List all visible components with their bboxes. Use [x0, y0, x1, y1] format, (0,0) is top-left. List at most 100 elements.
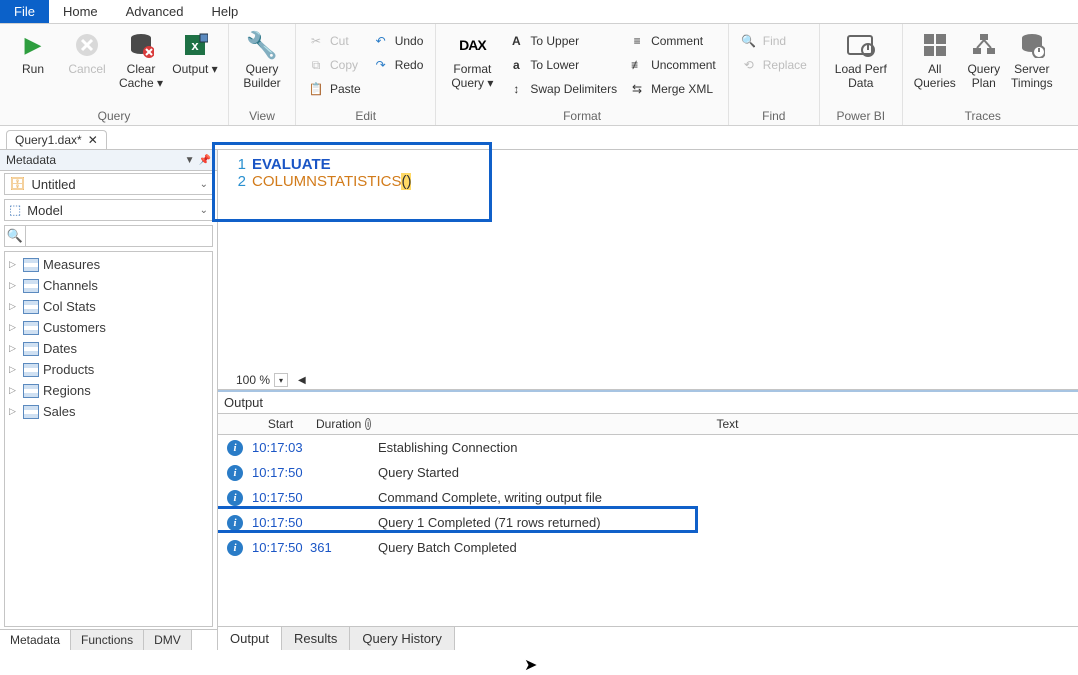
dropdown-icon[interactable]: ▼: [185, 155, 195, 166]
tab-dmv[interactable]: DMV: [144, 630, 192, 650]
swap-delim-button[interactable]: ↕Swap Delimiters: [506, 78, 619, 100]
run-button[interactable]: ▶ Run: [6, 28, 60, 104]
merge-xml-button[interactable]: ⇆Merge XML: [627, 78, 718, 100]
expand-icon[interactable]: ▷: [9, 301, 19, 312]
output-tabs: Output Results Query History: [218, 626, 1078, 650]
table-item[interactable]: ▷Sales: [5, 401, 212, 422]
find-button[interactable]: 🔍Find: [739, 30, 809, 52]
expand-icon[interactable]: ▷: [9, 280, 19, 291]
tab-query-history[interactable]: Query History: [350, 627, 454, 650]
cancel-icon: [72, 30, 102, 60]
row-text: Establishing Connection: [378, 440, 1078, 455]
run-label: Run: [22, 62, 44, 76]
metadata-search: 🔍: [4, 225, 213, 247]
dax-formatter-icon: DAX: [457, 30, 487, 60]
menu-home[interactable]: Home: [49, 0, 112, 23]
info-icon: i: [365, 418, 371, 430]
cut-button[interactable]: ✂Cut: [306, 30, 363, 52]
menu-help[interactable]: Help: [197, 0, 252, 23]
output-label: Output ▾: [172, 62, 217, 76]
tab-output[interactable]: Output: [218, 627, 282, 650]
table-label: Customers: [43, 320, 106, 335]
output-row[interactable]: i10:17:03Establishing Connection: [218, 435, 1078, 460]
clear-cache-button[interactable]: Clear Cache ▾: [114, 28, 168, 104]
info-icon: i: [227, 540, 243, 556]
table-item[interactable]: ▷Dates: [5, 338, 212, 359]
document-tab[interactable]: Query1.dax* ✕: [6, 130, 107, 149]
redo-button[interactable]: ↷Redo: [371, 54, 426, 76]
comment-button[interactable]: ≡Comment: [627, 30, 718, 52]
expand-icon[interactable]: ▷: [9, 385, 19, 396]
to-lower-button[interactable]: aTo Lower: [506, 54, 619, 76]
table-label: Regions: [43, 383, 91, 398]
zoom-control[interactable]: 100 % ▾ ◀: [236, 373, 306, 387]
database-combo[interactable]: 🗄 Untitled ⌄: [4, 173, 213, 195]
copy-button[interactable]: ⧉Copy: [306, 54, 363, 76]
row-text: Query Batch Completed: [378, 540, 1078, 555]
menu-file[interactable]: File: [0, 0, 49, 23]
table-item[interactable]: ▷Products: [5, 359, 212, 380]
expand-icon[interactable]: ▷: [9, 259, 19, 270]
tables-tree[interactable]: ▷Measures▷Channels▷Col Stats▷Customers▷D…: [4, 251, 213, 627]
scroll-left-icon[interactable]: ◀: [298, 375, 306, 386]
query-builder-button[interactable]: 🔧 Query Builder: [235, 28, 289, 104]
expand-icon[interactable]: ▷: [9, 322, 19, 333]
table-item[interactable]: ▷Measures: [5, 254, 212, 275]
chevron-down-icon: ⌄: [200, 179, 208, 190]
table-item[interactable]: ▷Col Stats: [5, 296, 212, 317]
panel-controls: ▼ 📌: [185, 155, 211, 166]
comment-icon: ≡: [629, 34, 645, 48]
expand-icon[interactable]: ▷: [9, 406, 19, 417]
zoom-dropdown-icon[interactable]: ▾: [274, 373, 288, 387]
search-icon[interactable]: 🔍: [4, 225, 26, 247]
paste-button[interactable]: 📋Paste: [306, 78, 363, 100]
pin-icon[interactable]: 📌: [199, 155, 211, 166]
row-start: 10:17:50: [252, 490, 310, 505]
replace-button[interactable]: ⟲Replace: [739, 54, 809, 76]
uncomment-button[interactable]: ≢Uncomment: [627, 54, 718, 76]
table-icon: [23, 384, 39, 398]
ribbon-group-view: 🔧 Query Builder View: [229, 24, 296, 125]
tab-functions[interactable]: Functions: [71, 630, 144, 650]
ribbon-group-traces: All Queries Query Plan Server Timings Tr…: [903, 24, 1063, 125]
table-icon: [23, 363, 39, 377]
output-body[interactable]: i10:17:03Establishing Connectioni10:17:5…: [218, 435, 1078, 626]
format-query-button[interactable]: DAX Format Query ▾: [442, 28, 502, 104]
tab-metadata[interactable]: Metadata: [0, 630, 71, 650]
col-text[interactable]: Text: [378, 414, 1078, 434]
output-button[interactable]: x Output ▾: [168, 28, 222, 104]
search-input[interactable]: [26, 225, 213, 247]
ribbon-group-format: DAX Format Query ▾ ATo Upper aTo Lower ↕…: [436, 24, 728, 125]
menu-advanced[interactable]: Advanced: [112, 0, 198, 23]
output-row[interactable]: i10:17:50Query Started: [218, 460, 1078, 485]
table-item[interactable]: ▷Channels: [5, 275, 212, 296]
query-builder-label: Query Builder: [235, 62, 289, 90]
metadata-title: Metadata: [6, 153, 56, 167]
row-duration: 361: [310, 540, 378, 555]
close-icon[interactable]: ✕: [88, 133, 98, 147]
output-header: Start Durationi Text: [218, 414, 1078, 435]
main-area: Metadata ▼ 📌 🗄 Untitled ⌄ ⬚ Model ⌄ 🔍 ▷M…: [0, 150, 1078, 650]
col-start[interactable]: Start: [252, 414, 310, 434]
table-icon: [23, 279, 39, 293]
query-plan-button[interactable]: Query Plan: [961, 28, 1007, 104]
table-item[interactable]: ▷ Regions: [5, 380, 212, 401]
expand-icon[interactable]: ▷: [9, 364, 19, 375]
undo-button[interactable]: ↶Undo: [371, 30, 426, 52]
ribbon-group-query: ▶ Run Cancel Clear Cache ▾ x Output ▾: [0, 24, 229, 125]
all-queries-button[interactable]: All Queries: [909, 28, 961, 104]
load-perf-button[interactable]: Load Perf Data: [826, 28, 896, 104]
menu-bar: File Home Advanced Help: [0, 0, 1078, 24]
cut-icon: ✂: [308, 34, 324, 48]
code-editor[interactable]: 1 2 EVALUATE COLUMNSTATISTICS() 100 % ▾ …: [218, 150, 1078, 390]
wrench-icon: 🔧: [247, 30, 277, 60]
cancel-button[interactable]: Cancel: [60, 28, 114, 104]
expand-icon[interactable]: ▷: [9, 343, 19, 354]
server-timings-button[interactable]: Server Timings: [1007, 28, 1057, 104]
tab-results[interactable]: Results: [282, 627, 350, 650]
col-duration[interactable]: Durationi: [310, 414, 378, 434]
output-row[interactable]: i10:17:50361Query Batch Completed: [218, 535, 1078, 560]
table-item[interactable]: ▷ Customers: [5, 317, 212, 338]
to-upper-button[interactable]: ATo Upper: [506, 30, 619, 52]
model-combo[interactable]: ⬚ Model ⌄: [4, 199, 213, 221]
